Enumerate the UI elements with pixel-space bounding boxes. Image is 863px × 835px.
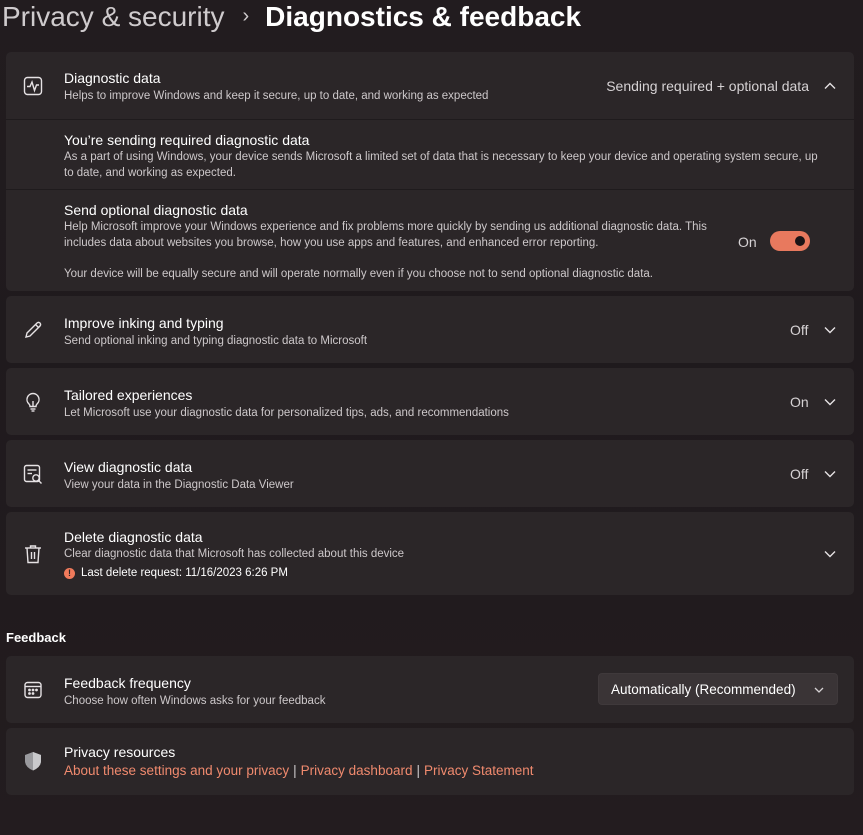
privacy-links: About these settings and your privacy | Pr… — [64, 763, 534, 778]
chevron-down-icon — [813, 684, 825, 696]
link-privacy-dashboard[interactable]: Privacy dashboard — [301, 763, 413, 778]
delete-data-card[interactable]: Delete diagnostic data Clear diagnostic … — [6, 512, 854, 595]
trash-icon — [22, 543, 44, 565]
diagnostic-data-title: Diagnostic data — [64, 70, 161, 86]
tailored-title: Tailored experiences — [64, 387, 193, 403]
chevron-up-icon[interactable] — [823, 79, 837, 93]
breadcrumb-parent[interactable]: Privacy & security — [2, 1, 225, 33]
optional-data-note: Your device will be equally secure and w… — [64, 268, 653, 280]
required-data-description: As a part of using Windows, your device … — [64, 151, 818, 179]
last-delete-request: Last delete request: 11/16/2023 6:26 PM — [81, 567, 288, 579]
optional-data-description: Help Microsoft improve your Windows expe… — [64, 221, 707, 249]
diagnostic-data-status: Sending required + optional data — [606, 78, 809, 94]
page-title: Diagnostics & feedback — [265, 1, 582, 32]
feedback-frequency-selected: Automatically (Recommended) — [611, 682, 796, 697]
view-data-status: Off — [790, 466, 809, 482]
pen-icon — [22, 319, 44, 341]
required-data-row: You’re sending required diagnostic data … — [6, 120, 854, 189]
optional-data-title: Send optional diagnostic data — [64, 202, 248, 218]
view-data-description: View your data in the Diagnostic Data Vi… — [64, 479, 294, 491]
inking-title: Improve inking and typing — [64, 315, 224, 331]
link-separator: | — [293, 763, 297, 778]
section-header-feedback: Feedback — [6, 630, 66, 645]
link-privacy-statement[interactable]: Privacy Statement — [424, 763, 534, 778]
chevron-down-icon[interactable] — [823, 547, 837, 561]
diagnostic-data-description: Helps to improve Windows and keep it sec… — [64, 90, 489, 102]
link-about-settings[interactable]: About these settings and your privacy — [64, 763, 289, 778]
optional-data-row: Send optional diagnostic data Help Micro… — [6, 190, 854, 291]
lightbulb-icon — [22, 391, 44, 413]
shield-icon — [22, 750, 44, 772]
inking-status: Off — [790, 322, 809, 338]
view-data-title: View diagnostic data — [64, 459, 193, 475]
delete-data-description: Clear diagnostic data that Microsoft has… — [64, 548, 405, 560]
heart-pulse-icon — [22, 75, 44, 97]
optional-data-toggle[interactable] — [770, 231, 810, 251]
feedback-frequency-description: Choose how often Windows asks for your f… — [64, 695, 326, 707]
privacy-resources-card: Privacy resources About these settings a… — [6, 728, 854, 795]
document-search-icon — [22, 463, 44, 485]
inking-description: Send optional inking and typing diagnost… — [64, 335, 368, 347]
privacy-resources-title: Privacy resources — [64, 744, 176, 760]
toggle-knob — [795, 236, 805, 246]
breadcrumb: Privacy & security › Diagnostics & feedb… — [2, 0, 581, 34]
tailored-description: Let Microsoft use your diagnostic data f… — [64, 407, 509, 419]
tailored-status: On — [790, 394, 809, 410]
required-data-title: You’re sending required diagnostic data — [64, 132, 310, 148]
feedback-frequency-card: Feedback frequency Choose how often Wind… — [6, 656, 854, 723]
link-separator: | — [416, 763, 420, 778]
inking-card[interactable]: Improve inking and typing Send optional … — [6, 296, 854, 363]
feedback-frequency-title: Feedback frequency — [64, 675, 191, 691]
optional-data-toggle-label: On — [738, 234, 757, 250]
chevron-right-icon: › — [242, 4, 250, 27]
chevron-down-icon[interactable] — [823, 467, 837, 481]
chevron-down-icon[interactable] — [823, 395, 837, 409]
view-data-card[interactable]: View diagnostic data View your data in t… — [6, 440, 854, 507]
diagnostic-data-header[interactable]: Diagnostic data Helps to improve Windows… — [6, 52, 854, 119]
alert-icon: ! — [64, 568, 75, 579]
tailored-card[interactable]: Tailored experiences Let Microsoft use y… — [6, 368, 854, 435]
calendar-icon — [22, 679, 44, 701]
diagnostic-data-card: Diagnostic data Helps to improve Windows… — [6, 52, 854, 291]
delete-data-title: Delete diagnostic data — [64, 529, 203, 545]
chevron-down-icon[interactable] — [823, 323, 837, 337]
feedback-frequency-select[interactable]: Automatically (Recommended) — [598, 673, 838, 705]
